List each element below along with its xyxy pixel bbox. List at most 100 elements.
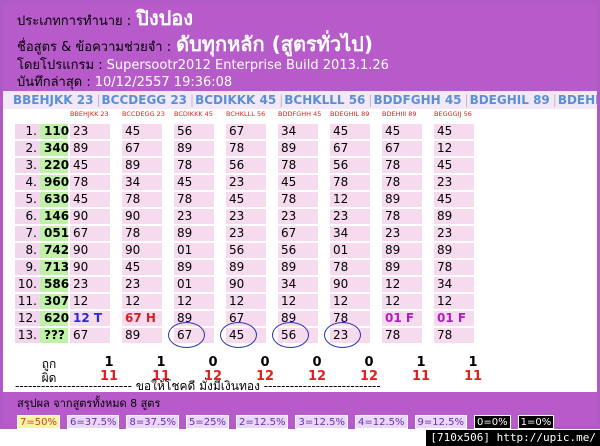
row-label: 5.	[15, 192, 40, 207]
value-cell: 23	[330, 209, 370, 224]
highlight-circle	[272, 322, 309, 348]
formula-separator: |	[190, 93, 195, 107]
highlight-circle	[220, 322, 257, 348]
value-cell: 45	[70, 192, 110, 207]
value-cell: 01	[174, 243, 214, 258]
value-cell: 89	[382, 192, 422, 207]
row-number: 110	[40, 124, 69, 139]
value-cell: 78	[70, 175, 110, 190]
formula-separator: |	[464, 93, 469, 107]
value-cell: 45	[330, 124, 370, 139]
win-count: 0	[260, 355, 270, 370]
value-cell: 34	[434, 277, 474, 292]
value-cell: 67	[382, 141, 422, 156]
row-number: 051	[40, 226, 69, 241]
value-cell: 89	[122, 158, 162, 173]
summary-title: สรุปผล จากสูตรทั้งหมด 8 สูตร	[17, 397, 161, 410]
value-cell: 12	[278, 294, 318, 309]
value-cell: 89	[122, 328, 162, 343]
value-cell: 89	[434, 243, 474, 258]
summary-badge: 2=12.5%	[235, 415, 289, 429]
row-label: 9.	[15, 260, 40, 275]
value-cell: 78	[382, 328, 422, 343]
win-count: 0	[208, 355, 218, 370]
formula-separator: |	[552, 93, 557, 107]
value-cell: 34	[330, 226, 370, 241]
formula-code: BDDFGHH 45	[373, 93, 462, 107]
value-cell: 45	[278, 175, 318, 190]
column-header: BDEHIII 89	[382, 110, 417, 118]
value-cell: 67	[278, 226, 318, 241]
value-cell: 67	[70, 226, 110, 241]
app-window: ประเภทการทำนาย : ปิงปอง ชื่อสูตร & ข้อคว…	[0, 0, 600, 429]
summary-badges: 7=50% 6=37.5% 8=37.5% 5=25% 2=12.5% 3=12.5% 4=…	[17, 415, 583, 429]
value-cell: 78	[278, 192, 318, 207]
row-label: 4.	[15, 175, 40, 190]
value-cell: 56	[226, 158, 266, 173]
value-cell: 23	[174, 209, 214, 224]
row-label: 13.	[15, 328, 40, 343]
summary-badge: 0=0%	[474, 415, 511, 429]
column-header: BCHKLLL 56	[226, 110, 266, 118]
column-header: BBEHJKK 23	[70, 110, 109, 118]
value-cell: 01	[330, 243, 370, 258]
row-number: 620	[40, 311, 69, 326]
formula-code: BDEHI	[557, 93, 597, 107]
row-number: ???	[40, 328, 68, 343]
value-cell: 12	[382, 294, 422, 309]
win-count: 1	[156, 355, 166, 370]
value-cell: 23	[226, 226, 266, 241]
row-label: 8.	[15, 243, 40, 258]
value-cell: 67	[330, 141, 370, 156]
value-cell: 45	[226, 192, 266, 207]
summary-badge: 7=50%	[17, 415, 60, 429]
row-label: 1.	[15, 124, 40, 139]
credit-label: [710x506] http://upic.me/	[426, 430, 600, 446]
formula-code: BBEHJKK 23	[13, 93, 94, 107]
value-cell: 90	[122, 243, 162, 258]
formula-code: BCHKLLL 56	[284, 93, 366, 107]
value-cell: 34	[278, 124, 318, 139]
value-cell: 78	[174, 192, 214, 207]
value-cell: 78	[434, 328, 474, 343]
value-cell: 23	[278, 209, 318, 224]
value-cell: 23	[226, 175, 266, 190]
value-cell: 12	[434, 294, 474, 309]
formula-separator: |	[96, 93, 101, 107]
column-header: BDEGHIL 89	[330, 110, 370, 118]
formula-code: BCCDEGG 23	[101, 93, 188, 107]
game-type-value: ปิงปอง	[136, 6, 194, 30]
formula-separator: |	[368, 93, 373, 107]
value-cell: 78	[330, 260, 370, 275]
win-count: 0	[364, 355, 374, 370]
win-count: 0	[312, 355, 322, 370]
value-cell: 12	[382, 277, 422, 292]
row-number: 220	[40, 158, 69, 173]
value-cell: 67 H	[122, 311, 162, 326]
value-cell: 78	[122, 226, 162, 241]
formula-row: ชื่อสูตร & ข้อความช่วยจำ : ดับทุกหลัก (ส…	[17, 33, 583, 59]
saved-label: บันทึกล่าสุด :	[17, 75, 91, 90]
value-cell: 89	[382, 260, 422, 275]
row-number: 742	[40, 243, 69, 258]
row-label: 11.	[15, 294, 40, 309]
value-cell: 78	[278, 158, 318, 173]
row-label: 10.	[15, 277, 40, 292]
value-cell: 23	[434, 175, 474, 190]
value-cell: 89	[226, 260, 266, 275]
value-cell: 45	[382, 124, 422, 139]
value-cell: 23	[434, 226, 474, 241]
program-label: โดยโปรแกรม :	[17, 58, 103, 73]
value-cell: 56	[278, 243, 318, 258]
formula-code: BDEGHIL 89	[469, 93, 550, 107]
summary-badge: 9=12.5%	[414, 415, 468, 429]
value-cell: 67	[226, 124, 266, 139]
value-cell: 23	[70, 277, 110, 292]
row-number: 307	[40, 294, 69, 309]
value-cell: 89	[382, 243, 422, 258]
value-cell: 67	[122, 141, 162, 156]
row-number: 146	[40, 209, 69, 224]
column-header: BDDFGHH 45	[278, 110, 322, 118]
summary-badge: 8=37.5%	[126, 415, 179, 429]
value-cell: 89	[174, 141, 214, 156]
